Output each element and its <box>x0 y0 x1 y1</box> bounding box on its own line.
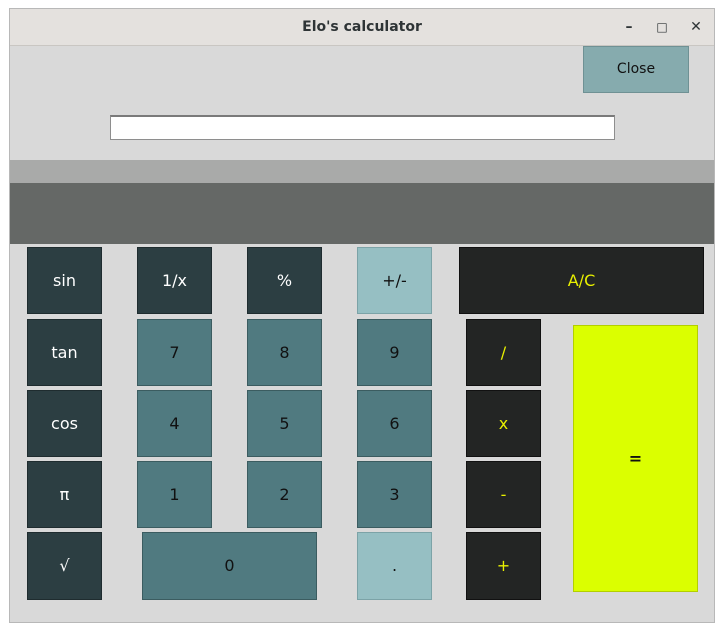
close-button[interactable]: Close <box>583 46 689 93</box>
divide-button[interactable]: / <box>466 319 541 386</box>
decimal-point-button[interactable]: . <box>357 532 432 600</box>
percent-button[interactable]: % <box>247 247 322 314</box>
equals-button[interactable]: = <box>573 325 698 592</box>
cos-button[interactable]: cos <box>27 390 102 457</box>
plus-button[interactable]: + <box>466 532 541 600</box>
result-display <box>10 183 714 244</box>
sign-toggle-button[interactable]: +/- <box>357 247 432 314</box>
digit-4-button[interactable]: 4 <box>137 390 212 457</box>
calculator-window: Elo's calculator – □ ✕ Close sin 1/x % +… <box>9 8 715 623</box>
reciprocal-button[interactable]: 1/x <box>137 247 212 314</box>
digit-9-button[interactable]: 9 <box>357 319 432 386</box>
minus-button[interactable]: - <box>466 461 541 528</box>
digit-1-button[interactable]: 1 <box>137 461 212 528</box>
pi-button[interactable]: π <box>27 461 102 528</box>
minimize-icon[interactable]: – <box>619 17 639 37</box>
expression-input[interactable] <box>110 115 615 140</box>
digit-2-button[interactable]: 2 <box>247 461 322 528</box>
digit-8-button[interactable]: 8 <box>247 319 322 386</box>
sin-button[interactable]: sin <box>27 247 102 314</box>
digit-3-button[interactable]: 3 <box>357 461 432 528</box>
sqrt-button[interactable]: √ <box>27 532 102 600</box>
maximize-icon[interactable]: □ <box>652 17 672 37</box>
digit-6-button[interactable]: 6 <box>357 390 432 457</box>
digit-7-button[interactable]: 7 <box>137 319 212 386</box>
separator-band <box>10 160 714 183</box>
close-window-icon[interactable]: ✕ <box>686 17 706 37</box>
window-title: Elo's calculator <box>302 19 422 35</box>
tan-button[interactable]: tan <box>27 319 102 386</box>
multiply-button[interactable]: x <box>466 390 541 457</box>
clear-button[interactable]: A/C <box>459 247 704 314</box>
digit-5-button[interactable]: 5 <box>247 390 322 457</box>
title-bar: Elo's calculator – □ ✕ <box>10 9 714 46</box>
digit-0-button[interactable]: 0 <box>142 532 317 600</box>
